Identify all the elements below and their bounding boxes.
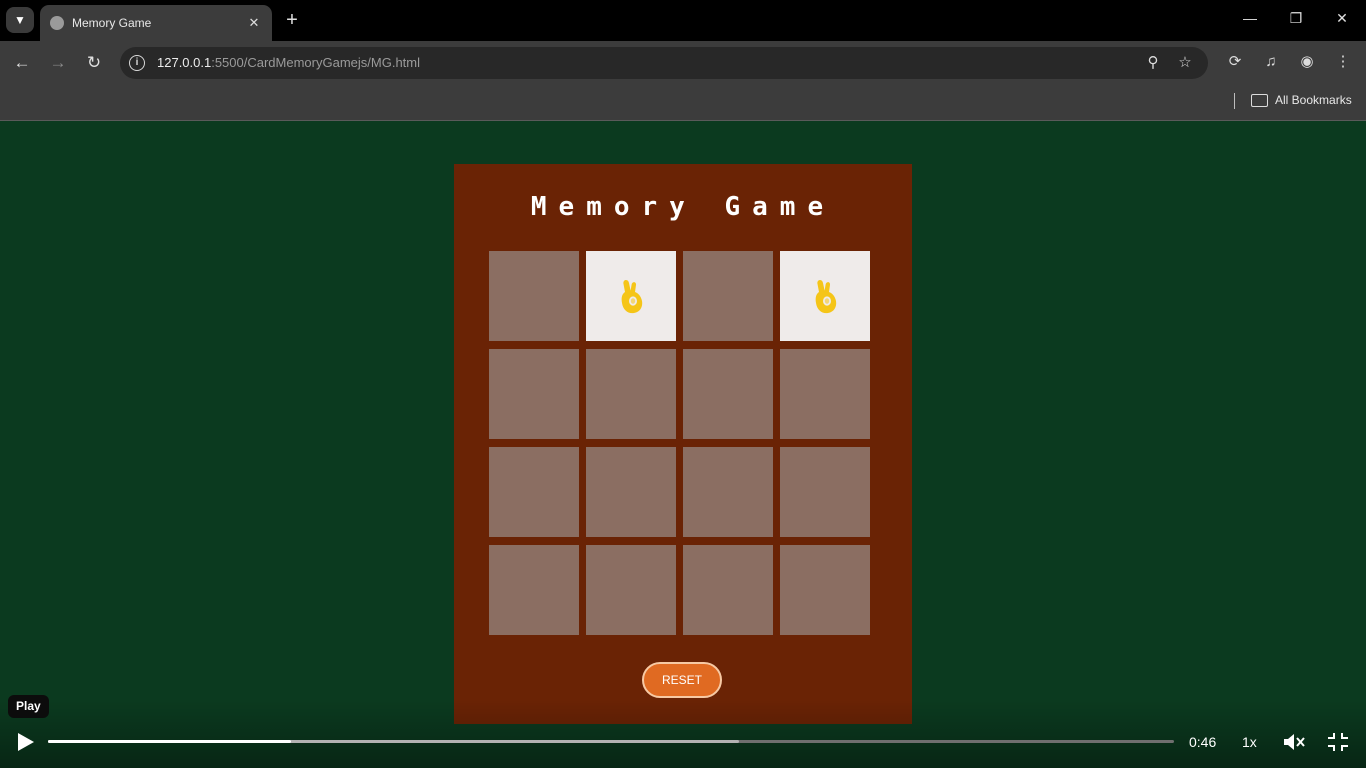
url-path: :5500/CardMemoryGamejs/MG.html (211, 55, 420, 70)
forward-icon[interactable]: → (47, 52, 69, 74)
url-host: 127.0.0.1 (157, 55, 212, 70)
memory-card-flipped[interactable] (586, 251, 676, 341)
game-title: Memory Game (530, 192, 836, 222)
bookmarks-separator (1234, 93, 1235, 109)
memory-card[interactable] (780, 545, 870, 635)
folder-icon[interactable] (1251, 94, 1268, 107)
memory-card[interactable] (489, 251, 579, 341)
browser-toolbar: ← → ↻ i 127.0.0.1:5500/CardMemoryGamejs/… (0, 41, 1366, 85)
tab-title: Memory Game (72, 16, 152, 30)
ok-hand-icon (815, 280, 837, 314)
restore-icon[interactable]: ❐ (1284, 10, 1308, 27)
tab-close-icon[interactable]: ✕ (246, 15, 262, 31)
current-time: 0:46 (1189, 734, 1217, 750)
tab-search-chevron-icon[interactable]: ▼ (6, 7, 34, 33)
address-bar[interactable]: i 127.0.0.1:5500/CardMemoryGamejs/MG.htm… (120, 47, 1208, 79)
memory-card-flipped[interactable] (780, 251, 870, 341)
zoom-icon[interactable]: ⚲ (1144, 54, 1162, 72)
new-tab-icon[interactable]: + (282, 9, 302, 31)
playback-speed-button[interactable]: 1x (1242, 734, 1257, 750)
url-text[interactable]: 127.0.0.1:5500/CardMemoryGamejs/MG.html (157, 55, 420, 70)
play-icon[interactable] (14, 731, 36, 753)
profile-avatar-icon[interactable]: ◉ (1297, 52, 1317, 72)
memory-card[interactable] (683, 251, 773, 341)
media-control-icon[interactable]: ♫ (1261, 52, 1281, 72)
back-icon[interactable]: ← (11, 52, 33, 74)
memory-card[interactable] (683, 447, 773, 537)
reload-icon[interactable]: ↻ (83, 52, 105, 74)
memory-card[interactable] (586, 545, 676, 635)
exit-fullscreen-icon[interactable] (1327, 732, 1349, 752)
play-tooltip: Play (8, 695, 49, 718)
memory-card[interactable] (683, 545, 773, 635)
bookmark-star-icon[interactable]: ☆ (1176, 54, 1194, 72)
menu-kebab-icon[interactable]: ⋮ (1333, 52, 1353, 72)
bookmarks-bar: All Bookmarks (0, 85, 1366, 121)
window-close-icon[interactable]: ✕ (1330, 10, 1354, 27)
tab-strip: ▼ Memory Game ✕ + — ❐ ✕ (0, 0, 1366, 41)
memory-card[interactable] (683, 349, 773, 439)
played-range (48, 740, 292, 743)
extension-icon[interactable]: ⟳ (1225, 52, 1245, 72)
minimize-icon[interactable]: — (1238, 10, 1262, 26)
memory-card[interactable] (780, 447, 870, 537)
page-content: Memory Game RESET (0, 121, 1366, 768)
memory-card[interactable] (489, 447, 579, 537)
ok-hand-icon (621, 280, 643, 314)
memory-card[interactable] (586, 447, 676, 537)
game-panel: Memory Game RESET (454, 164, 912, 724)
memory-card[interactable] (489, 349, 579, 439)
memory-card[interactable] (489, 545, 579, 635)
video-progress-bar[interactable] (48, 740, 1174, 743)
site-info-icon[interactable]: i (129, 55, 145, 71)
globe-icon (50, 16, 64, 30)
all-bookmarks-link[interactable]: All Bookmarks (1275, 93, 1352, 107)
memory-card[interactable] (780, 349, 870, 439)
video-controls-backdrop (0, 700, 1366, 768)
card-grid (489, 251, 870, 635)
browser-tab[interactable]: Memory Game ✕ (40, 5, 272, 41)
memory-card[interactable] (586, 349, 676, 439)
muted-speaker-icon[interactable] (1282, 731, 1306, 753)
reset-button[interactable]: RESET (642, 662, 722, 698)
